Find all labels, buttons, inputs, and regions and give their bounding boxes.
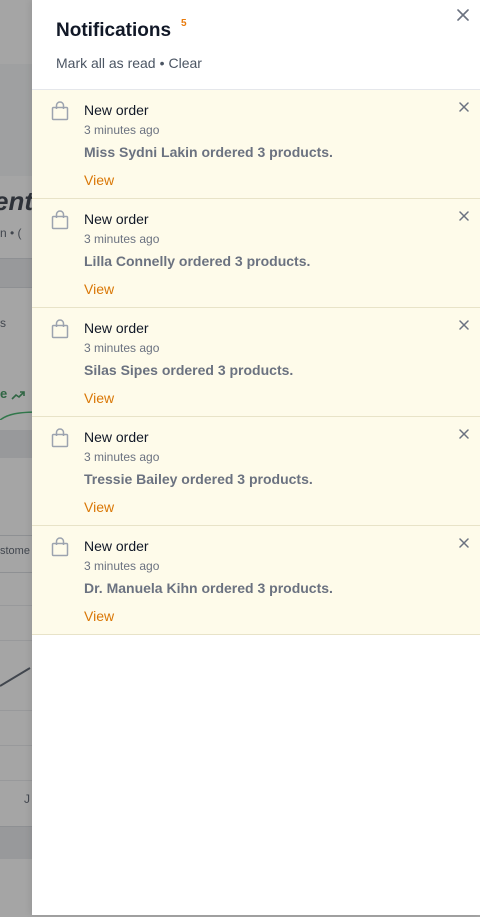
notification-title: New order — [84, 538, 149, 554]
notification-time: 3 minutes ago — [84, 559, 160, 573]
shopping-bag-icon — [51, 428, 69, 448]
notification-time: 3 minutes ago — [84, 341, 160, 355]
notification-message: Tressie Bailey ordered 3 products. — [84, 471, 313, 487]
drawer-title: Notifications — [56, 20, 172, 41]
clear-notifications-button[interactable]: Clear — [169, 55, 202, 71]
view-order-link[interactable]: View — [84, 281, 114, 297]
notification-time: 3 minutes ago — [84, 232, 160, 246]
dismiss-notification-button[interactable] — [456, 536, 472, 552]
close-icon — [459, 317, 469, 335]
drawer-header: Notifications 5 Mark all as read • Clear — [32, 0, 480, 90]
notifications-drawer: Notifications 5 Mark all as read • Clear N… — [32, 0, 480, 915]
shopping-bag-icon — [51, 101, 69, 121]
dismiss-notification-button[interactable] — [456, 318, 472, 334]
notification-title: New order — [84, 320, 149, 336]
notification-time: 3 minutes ago — [84, 450, 160, 464]
shopping-bag-icon — [51, 537, 69, 557]
notification-item: New order 3 minutes ago Dr. Manuela Kihn… — [32, 526, 480, 635]
view-order-link[interactable]: View — [84, 390, 114, 406]
close-icon — [459, 426, 469, 444]
shopping-bag-icon — [51, 319, 69, 339]
view-order-link[interactable]: View — [84, 499, 114, 515]
dismiss-notification-button[interactable] — [456, 100, 472, 116]
view-order-link[interactable]: View — [84, 608, 114, 624]
shopping-bag-icon — [51, 210, 69, 230]
notification-item: New order 3 minutes ago Silas Sipes orde… — [32, 308, 480, 417]
notification-title: New order — [84, 429, 149, 445]
notification-message: Silas Sipes ordered 3 products. — [84, 362, 294, 378]
dismiss-notification-button[interactable] — [456, 209, 472, 225]
notification-title: New order — [84, 102, 149, 118]
actions-separator: • — [159, 55, 165, 71]
close-icon — [457, 8, 469, 26]
notification-message: Miss Sydni Lakin ordered 3 products. — [84, 144, 333, 160]
view-order-link[interactable]: View — [84, 172, 114, 188]
notification-title: New order — [84, 211, 149, 227]
close-drawer-button[interactable] — [454, 8, 472, 26]
mark-all-read-button[interactable]: Mark all as read — [56, 55, 156, 71]
notification-time: 3 minutes ago — [84, 123, 160, 137]
close-icon — [459, 99, 469, 117]
close-icon — [459, 208, 469, 226]
notification-message: Dr. Manuela Kihn ordered 3 products. — [84, 580, 333, 596]
close-icon — [459, 535, 469, 553]
notification-list: New order 3 minutes ago Miss Sydni Lakin… — [32, 90, 480, 635]
dismiss-notification-button[interactable] — [456, 427, 472, 443]
notification-message: Lilla Connelly ordered 3 products. — [84, 253, 311, 269]
drawer-actions: Mark all as read • Clear — [56, 55, 202, 71]
unread-count-badge: 5 — [181, 18, 187, 29]
notification-item: New order 3 minutes ago Tressie Bailey o… — [32, 417, 480, 526]
notification-item: New order 3 minutes ago Lilla Connelly o… — [32, 199, 480, 308]
notification-item: New order 3 minutes ago Miss Sydni Lakin… — [32, 90, 480, 199]
